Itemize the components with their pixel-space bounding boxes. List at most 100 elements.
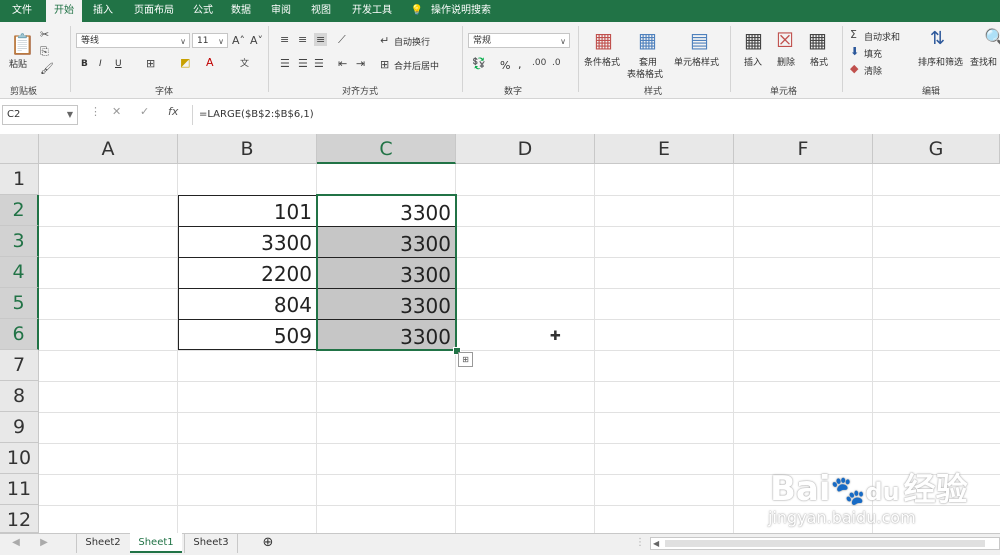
wrap-text-button[interactable]: 自动换行	[394, 35, 430, 48]
cut-icon[interactable]: ✂	[40, 28, 49, 41]
select-all-corner[interactable]	[0, 134, 39, 164]
tab-review[interactable]: 审阅	[264, 0, 298, 22]
delete-cells-button[interactable]: 删除	[777, 55, 795, 68]
tell-me-search[interactable]: 操作说明搜索	[428, 0, 494, 22]
sheet-tab-sheet2[interactable]: Sheet2	[76, 533, 129, 553]
font-size-dropdown[interactable]: 11 ∨	[192, 33, 228, 48]
phonetic-icon[interactable]: 文	[240, 56, 249, 69]
align-middle-icon[interactable]: ≡	[298, 33, 307, 46]
comma-button[interactable]: ,	[518, 58, 522, 71]
tab-data[interactable]: 数据	[224, 0, 258, 22]
format-painter-icon[interactable]: 🖌	[40, 62, 54, 75]
align-center-icon[interactable]: ☰	[298, 57, 308, 70]
column-header-g[interactable]: G	[873, 134, 1000, 164]
row-header-5[interactable]: 5	[0, 288, 39, 319]
align-right-icon[interactable]: ☰	[314, 57, 324, 70]
sheet-tab-sheet3[interactable]: Sheet3	[184, 533, 238, 553]
font-color-icon[interactable]: A	[206, 56, 214, 69]
cell-c4[interactable]: 3300	[317, 257, 456, 289]
italic-button[interactable]: I	[99, 59, 102, 69]
align-bottom-icon[interactable]: ≡	[314, 33, 328, 46]
row-header-12[interactable]: 12	[0, 505, 39, 533]
cancel-icon[interactable]: ✕	[112, 105, 121, 118]
decrease-font-icon[interactable]: A˅	[250, 34, 263, 47]
fill-color-icon[interactable]: ◩	[180, 56, 190, 69]
conditional-format-button[interactable]: 条件格式	[584, 55, 620, 68]
tab-formulas[interactable]: 公式	[186, 0, 220, 22]
table-format-label-2[interactable]: 表格格式	[627, 67, 663, 80]
column-header-e[interactable]: E	[595, 134, 734, 164]
formula-input[interactable]: =LARGE($B$2:$B$6,1)	[192, 105, 1000, 125]
row-header-10[interactable]: 10	[0, 443, 39, 474]
border-icon[interactable]: ⊞	[146, 57, 155, 70]
currency-icon[interactable]: 💱	[472, 57, 486, 70]
cell-b3[interactable]: 3300	[178, 226, 317, 258]
orientation-icon[interactable]: ⟋	[338, 33, 346, 47]
tab-insert[interactable]: 插入	[86, 0, 120, 22]
merge-center-button[interactable]: 合并后居中	[394, 59, 439, 72]
sort-filter-button[interactable]: 排序和筛选	[918, 55, 963, 68]
horizontal-scrollbar[interactable]: ◀	[650, 537, 1000, 550]
increase-font-icon[interactable]: A˄	[232, 34, 245, 47]
row-header-9[interactable]: 9	[0, 412, 39, 443]
scroll-left-arrow-icon[interactable]: ◀	[653, 539, 659, 548]
cell-styles-button[interactable]: 单元格样式	[674, 55, 719, 68]
tab-home[interactable]: 开始	[46, 0, 82, 22]
decrease-decimal-icon[interactable]: .0	[552, 58, 561, 68]
percent-button[interactable]: %	[500, 59, 510, 72]
column-header-a[interactable]: A	[39, 134, 178, 164]
increase-decimal-icon[interactable]: .00	[532, 58, 546, 68]
quick-fill-options-icon[interactable]: ⊞	[458, 352, 473, 367]
cell-b4[interactable]: 2200	[178, 257, 317, 289]
row-header-2[interactable]: 2	[0, 195, 39, 226]
column-header-b[interactable]: B	[178, 134, 317, 164]
increase-indent-icon[interactable]: ⇥	[356, 57, 365, 70]
row-header-11[interactable]: 11	[0, 474, 39, 505]
scroll-right-icon[interactable]: ▶	[34, 533, 54, 553]
sheet-tab-sheet1[interactable]: Sheet1	[130, 533, 182, 553]
fill-button[interactable]: 填充	[864, 47, 882, 60]
row-header-1[interactable]: 1	[0, 164, 39, 195]
underline-button[interactable]: U	[115, 59, 122, 69]
tab-page-layout[interactable]: 页面布局	[126, 0, 182, 22]
tab-view[interactable]: 视图	[304, 0, 338, 22]
scrollbar-thumb[interactable]	[665, 540, 985, 547]
align-top-icon[interactable]: ≡	[280, 33, 289, 46]
row-header-8[interactable]: 8	[0, 381, 39, 412]
paste-icon[interactable]: 📋	[10, 32, 35, 56]
find-select-button[interactable]: 查找和	[970, 55, 997, 68]
tab-developer[interactable]: 开发工具	[344, 0, 400, 22]
cell-b6[interactable]: 509	[178, 319, 317, 350]
scroll-left-icon[interactable]: ◀	[6, 533, 26, 553]
column-header-c[interactable]: C	[317, 134, 456, 164]
enter-icon[interactable]: ✓	[140, 105, 149, 118]
autosum-button[interactable]: 自动求和	[864, 30, 900, 43]
copy-icon[interactable]: ⎘	[40, 45, 49, 59]
name-box-value: C2	[7, 109, 21, 120]
format-cells-button[interactable]: 格式	[810, 55, 828, 68]
column-header-f[interactable]: F	[734, 134, 873, 164]
row-header-7[interactable]: 7	[0, 350, 39, 381]
column-header-d[interactable]: D	[456, 134, 595, 164]
row-header-6[interactable]: 6	[0, 319, 39, 350]
row-header-3[interactable]: 3	[0, 226, 39, 257]
tab-file[interactable]: 文件	[0, 0, 44, 22]
insert-cells-button[interactable]: 插入	[744, 55, 762, 68]
cell-c2[interactable]: 3300	[317, 195, 456, 227]
cell-c3[interactable]: 3300	[317, 226, 456, 258]
cell-c5[interactable]: 3300	[317, 288, 456, 320]
cell-b2[interactable]: 101	[178, 195, 317, 227]
row-header-4[interactable]: 4	[0, 257, 39, 288]
clear-button[interactable]: 清除	[864, 64, 882, 77]
cell-c6[interactable]: 3300	[317, 319, 456, 350]
cell-b5[interactable]: 804	[178, 288, 317, 320]
font-name-dropdown[interactable]: 等线 ∨	[76, 33, 190, 48]
decrease-indent-icon[interactable]: ⇤	[338, 57, 347, 70]
align-left-icon[interactable]: ☰	[280, 57, 290, 70]
bold-button[interactable]: B	[81, 59, 88, 69]
add-sheet-icon[interactable]: ⊕	[258, 533, 278, 553]
number-format-dropdown[interactable]: 常规 ∨	[468, 33, 570, 48]
insert-function-icon[interactable]: fx	[168, 105, 178, 118]
number-group-label: 数字	[504, 87, 523, 97]
name-box[interactable]: C2 ▼	[2, 105, 78, 125]
